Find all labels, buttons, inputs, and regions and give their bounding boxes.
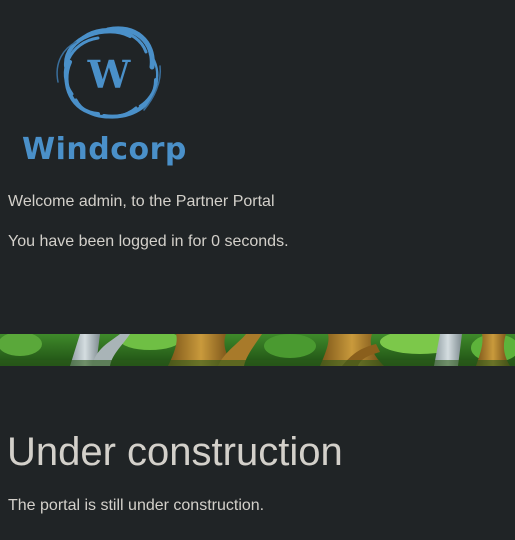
- brand-name: Windcorp: [22, 132, 187, 167]
- page-heading: Under construction: [7, 430, 343, 474]
- forest-tree-banner: [0, 334, 515, 366]
- logo-letter: W: [87, 52, 132, 97]
- windcorp-logo: W Windcorp: [20, 22, 200, 172]
- welcome-message: Welcome admin, to the Partner Portal: [8, 193, 275, 210]
- session-duration-text: You have been logged in for 0 seconds.: [8, 233, 289, 250]
- construction-message: The portal is still under construction.: [8, 497, 265, 514]
- swirl-w-logo-icon: W: [56, 26, 162, 119]
